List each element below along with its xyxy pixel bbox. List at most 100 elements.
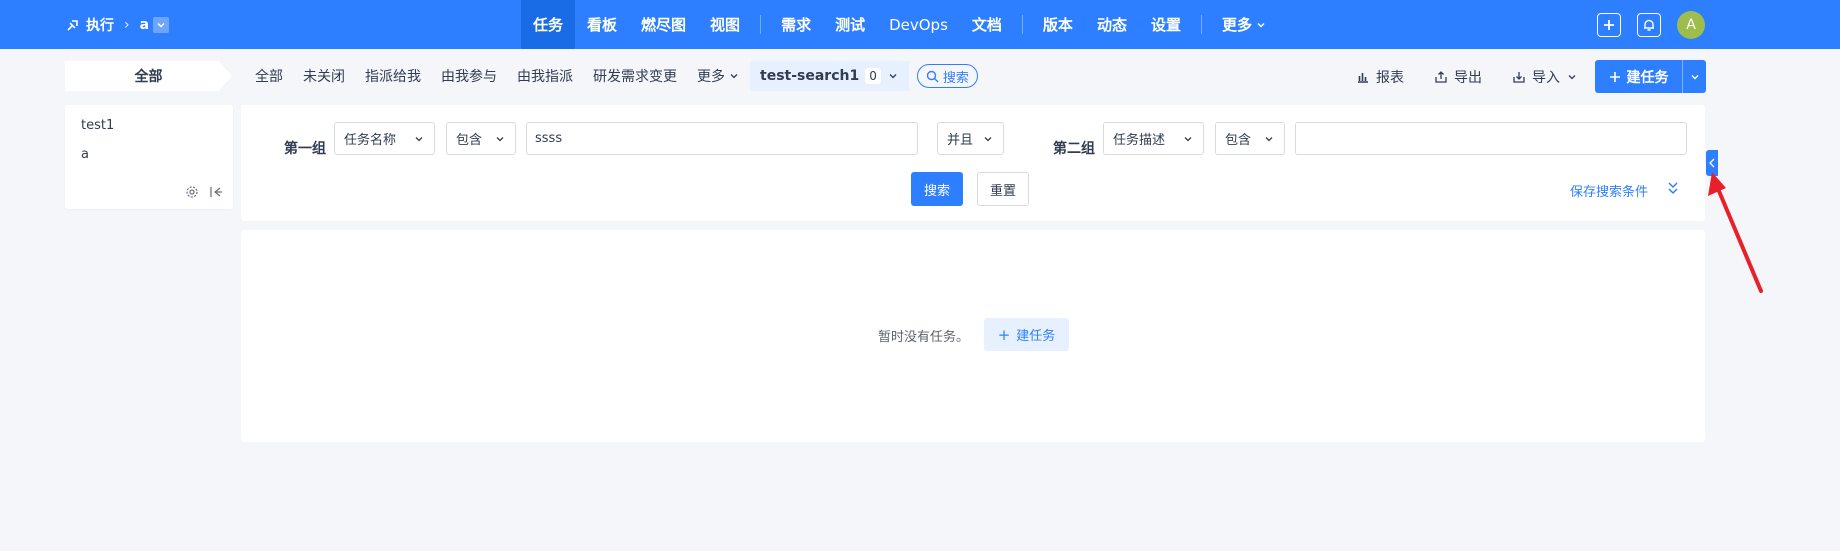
sidebar-item-test1[interactable]: test1 [81, 118, 114, 133]
sidebar-tools [185, 185, 223, 199]
sidebar-item-a[interactable]: a [81, 147, 89, 162]
filter-story-changed[interactable]: 研发需求变更 [583, 61, 687, 91]
saved-query-tab[interactable]: test-search1 0 [750, 61, 909, 91]
filter-unclosed[interactable]: 未关闭 [293, 61, 355, 91]
nav-tab-task[interactable]: 任务 [521, 0, 576, 49]
create-task-dropdown[interactable] [1682, 60, 1706, 93]
create-task-main[interactable]: 建任务 [1595, 67, 1682, 87]
filter-bar: 全部 未关闭 指派给我 由我参与 由我指派 研发需求变更 更多 test-sea… [245, 61, 978, 91]
create-task-label: 建任务 [1626, 69, 1669, 86]
export-icon [1435, 71, 1447, 83]
empty-state-text: 暂时没有任务。 [878, 330, 970, 345]
plus-icon: + [997, 325, 1011, 344]
group1-operator-value: 包含 [456, 133, 483, 148]
module-sidebar: test1 a [65, 105, 233, 209]
nav-tab-burndown[interactable]: 燃尽图 [629, 0, 698, 49]
nav-divider [760, 15, 762, 34]
group2-field-value: 任务描述 [1113, 133, 1166, 148]
nav-more-label: 更多 [1221, 16, 1252, 34]
nav-tab-kanban[interactable]: 看板 [575, 0, 629, 49]
create-plus-button[interactable] [1597, 13, 1621, 37]
collapse-sidebar-icon[interactable] [209, 185, 223, 199]
saved-query-label: test-search1 [760, 68, 860, 84]
double-chevron-down-icon[interactable] [1666, 180, 1680, 196]
search-toggle-button[interactable]: 搜索 [916, 64, 978, 88]
filter-assigned-by-me[interactable]: 由我指派 [507, 61, 583, 91]
nav-divider [1021, 15, 1023, 34]
filter-involved[interactable]: 由我参与 [431, 61, 507, 91]
main-nav: 任务 看板 燃尽图 视图 需求 测试 DevOps 文档 版本 动态 设置 更多 [521, 0, 1279, 49]
nav-tab-view[interactable]: 视图 [698, 0, 752, 49]
nav-tab-dynamic[interactable]: 动态 [1085, 0, 1139, 49]
chevron-down-icon [1568, 75, 1576, 80]
plus-icon [1609, 71, 1620, 82]
plus-icon [1604, 20, 1614, 30]
report-label: 报表 [1376, 70, 1404, 86]
nav-tab-build[interactable]: 版本 [1031, 0, 1085, 49]
import-icon [1513, 72, 1525, 83]
top-navbar: 执行 › a 任务 看板 燃尽图 视图 需求 测试 DevOps 文档 版本 动… [0, 0, 1840, 49]
bell-icon [1644, 19, 1654, 31]
chevron-left-icon [1709, 158, 1715, 168]
export-button[interactable]: 导出 [1434, 61, 1482, 93]
nav-divider [1200, 15, 1202, 34]
search-form: 第一组 任务名称 包含 并且 第二组 任务描述 包含 搜索 重置 保存搜索条件 [241, 105, 1705, 221]
import-label: 导入 [1532, 70, 1560, 86]
chevron-down-icon [496, 136, 504, 141]
execution-icon [67, 19, 78, 31]
empty-create-task-label: 建任务 [1016, 329, 1056, 344]
group1-field-value: 任务名称 [344, 133, 397, 148]
chevron-down-icon[interactable] [153, 16, 170, 33]
nav-tab-test[interactable]: 测试 [823, 0, 877, 49]
logic-value: 并且 [947, 133, 974, 148]
chevron-down-icon [415, 136, 423, 141]
filter-all[interactable]: 全部 [245, 61, 293, 91]
notification-button[interactable] [1637, 13, 1661, 37]
filter-more-label: 更多 [697, 69, 725, 85]
breadcrumb-execution-name[interactable]: a [140, 17, 149, 33]
search-toggle-label: 搜索 [942, 70, 969, 86]
save-search-link[interactable]: 保存搜索条件 [1570, 181, 1648, 200]
report-button[interactable]: 报表 [1356, 61, 1404, 93]
gear-icon[interactable] [185, 185, 199, 199]
breadcrumb: 执行 › a [66, 0, 170, 49]
create-task-button[interactable]: 建任务 [1595, 60, 1706, 93]
nav-tab-devops[interactable]: DevOps [877, 0, 960, 49]
group1-label: 第一组 [284, 141, 326, 157]
import-button[interactable]: 导入 [1512, 61, 1584, 93]
right-panel-toggle[interactable] [1706, 150, 1718, 176]
search-icon [926, 70, 939, 82]
avatar[interactable]: A [1677, 11, 1705, 39]
search-button[interactable]: 搜索 [911, 172, 963, 206]
saved-query-count: 0 [865, 68, 881, 84]
group1-value-input[interactable] [526, 122, 918, 155]
nav-tab-settings[interactable]: 设置 [1139, 0, 1193, 49]
filter-assigned-to-me[interactable]: 指派给我 [355, 61, 431, 91]
chevron-down-icon [1257, 22, 1265, 27]
group2-value-input[interactable] [1295, 122, 1687, 155]
group2-field-select[interactable]: 任务描述 [1103, 122, 1204, 155]
task-list-area: 暂时没有任务。 + 建任务 [241, 230, 1705, 442]
filter-more[interactable]: 更多 [687, 61, 750, 91]
chevron-right-icon: › [124, 16, 130, 33]
reset-button[interactable]: 重置 [977, 172, 1029, 206]
group2-operator-select[interactable]: 包含 [1215, 122, 1285, 155]
group2-operator-value: 包含 [1225, 133, 1252, 148]
nav-tab-more[interactable]: 更多 [1210, 0, 1279, 49]
breadcrumb-execution[interactable]: 执行 [86, 15, 114, 35]
chevron-down-icon [1265, 136, 1273, 141]
export-label: 导出 [1454, 70, 1482, 86]
bar-chart-icon [1358, 73, 1368, 83]
chevron-down-icon [984, 136, 992, 141]
chevron-down-icon [1691, 74, 1698, 79]
logic-select[interactable]: 并且 [937, 122, 1004, 155]
group2-label: 第二组 [1053, 141, 1095, 157]
empty-create-task-button[interactable]: + 建任务 [984, 318, 1069, 351]
nav-tab-story[interactable]: 需求 [769, 0, 823, 49]
nav-tab-doc[interactable]: 文档 [960, 0, 1014, 49]
module-all-crumb[interactable]: 全部 [65, 61, 232, 91]
chevron-down-icon [1184, 136, 1192, 141]
group1-operator-select[interactable]: 包含 [446, 122, 516, 155]
group1-field-select[interactable]: 任务名称 [334, 122, 435, 155]
chevron-down-icon [889, 74, 897, 79]
